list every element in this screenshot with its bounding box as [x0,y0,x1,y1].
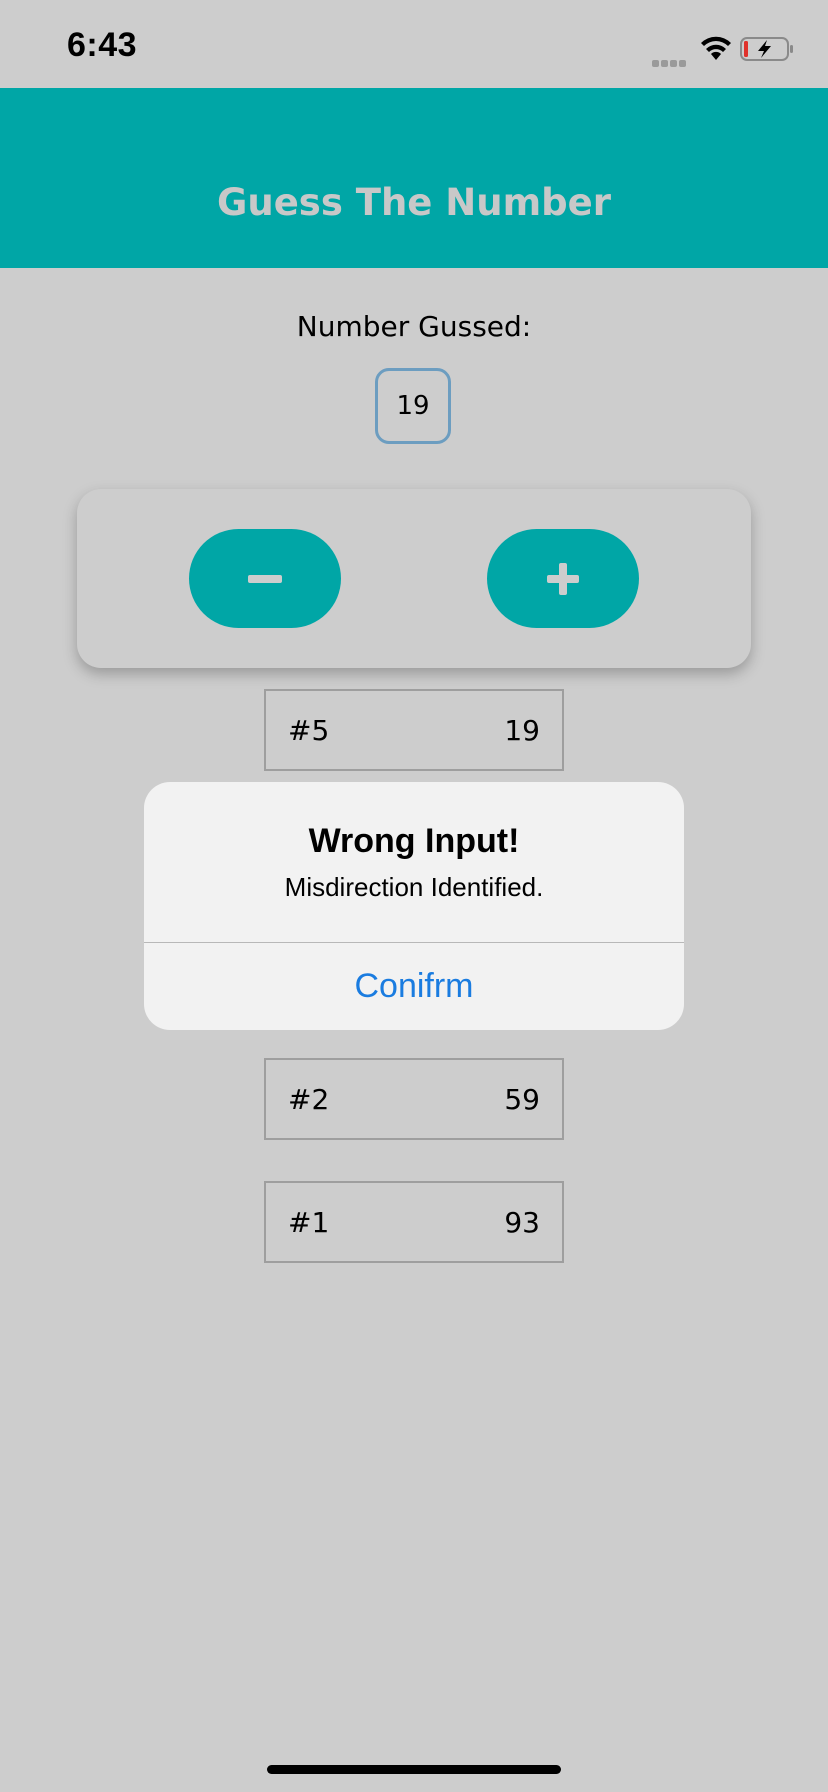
guess-round: #5 [288,713,330,747]
confirm-button[interactable]: Conifrm [144,943,684,1030]
list-item: #5 19 [264,689,564,771]
guessed-number-display: 19 [375,368,451,444]
increase-button[interactable] [487,529,639,628]
status-time: 6:43 [67,26,138,64]
guess-round: #2 [288,1082,330,1116]
decrease-button[interactable] [189,529,341,628]
alert-message: Misdirection Identified. [284,872,544,902]
guess-value: 19 [504,713,540,747]
list-item: #2 59 [264,1058,564,1140]
list-item: #1 93 [264,1181,564,1263]
minus-icon [248,574,282,583]
guess-label: Number Gussed: [296,310,532,343]
alert-title: Wrong Input! [308,822,520,860]
status-bar: 6:43 [0,0,828,88]
guess-value: 59 [504,1082,540,1116]
signal-icon [652,52,688,71]
guess-round: #1 [288,1205,330,1239]
plus-icon [547,562,579,595]
app-header: Guess The Number [0,88,828,268]
guess-value: 93 [504,1205,540,1239]
wifi-icon [700,36,732,66]
controls-card [77,489,751,668]
battery-charging-icon [740,36,796,66]
alert-dialog: Wrong Input! Misdirection Identified. Co… [144,782,684,1030]
page-title: Guess The Number [217,181,611,224]
home-indicator [267,1765,561,1774]
